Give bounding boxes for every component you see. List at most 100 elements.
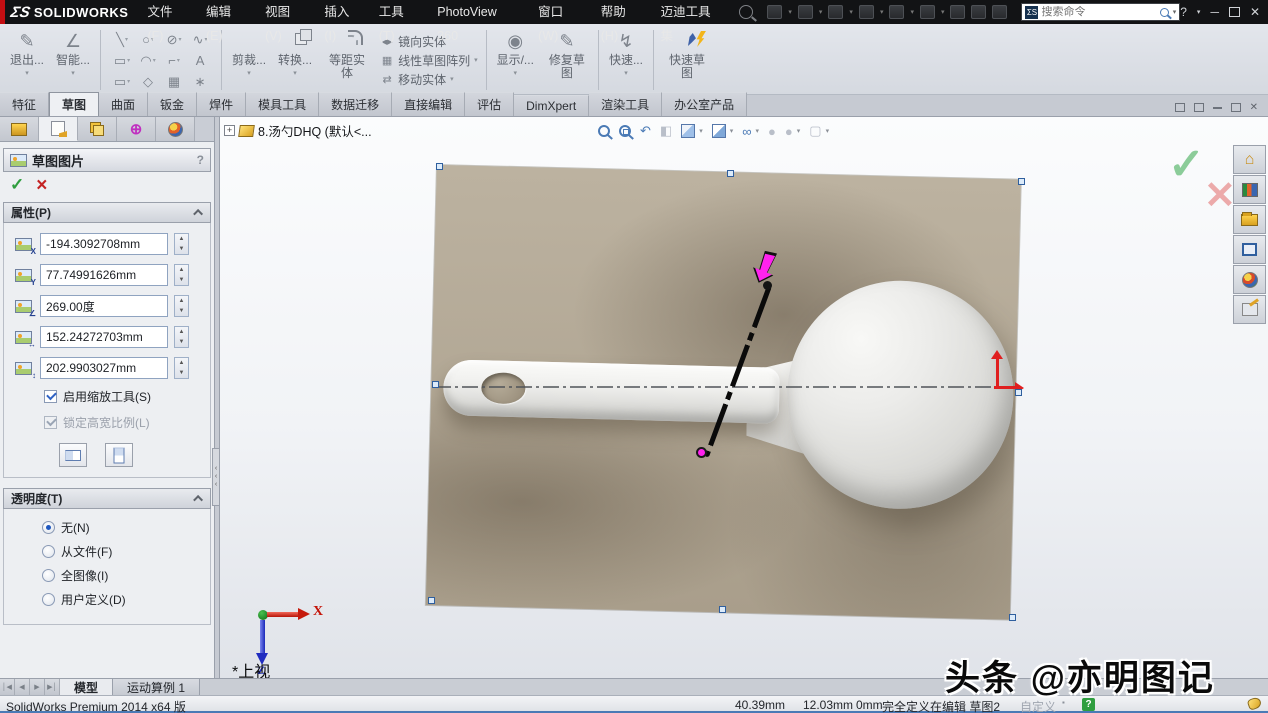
tab-dimxpert[interactable]: DimXpert bbox=[514, 95, 589, 116]
scroll-next-icon[interactable]: ▶ bbox=[30, 679, 45, 695]
fillet-tool[interactable]: ⌐▾ bbox=[161, 50, 187, 71]
menu-maidi-tools[interactable]: 迈迪工具集 bbox=[652, 0, 732, 24]
displaymanager-tab[interactable] bbox=[156, 117, 195, 141]
rebuild-icon[interactable] bbox=[950, 5, 965, 19]
tab-office-products[interactable]: 办公室产品 bbox=[662, 92, 747, 116]
close-button[interactable]: ✕ bbox=[1250, 5, 1260, 19]
text-tool[interactable]: A bbox=[187, 50, 213, 71]
view-palette-button[interactable] bbox=[1233, 235, 1266, 264]
panel-splitter[interactable] bbox=[215, 117, 220, 678]
slot-tool[interactable]: ▭▾ bbox=[109, 71, 135, 92]
options-icon[interactable] bbox=[992, 5, 1007, 19]
tab-data-migration[interactable]: 数据迁移 bbox=[319, 92, 392, 116]
design-library-button[interactable] bbox=[1233, 175, 1266, 204]
point-tool[interactable]: ∗ bbox=[187, 71, 213, 92]
help-caret[interactable]: ▾ bbox=[1197, 8, 1201, 16]
polygon-tool[interactable]: ◇ bbox=[135, 71, 161, 92]
angle-spinner[interactable]: ▲▼ bbox=[174, 295, 189, 317]
cancel-button[interactable]: × bbox=[36, 177, 47, 194]
file-properties-icon[interactable] bbox=[971, 5, 986, 19]
x-position-spinner[interactable]: ▲▼ bbox=[174, 233, 189, 255]
arc-tool[interactable]: ◠▾ bbox=[135, 50, 161, 71]
construction-centerline[interactable] bbox=[435, 386, 1015, 388]
dimxpertmanager-tab[interactable]: ⊕ bbox=[117, 117, 156, 141]
selection-handle-bottom-left[interactable] bbox=[428, 597, 435, 604]
selection-handle-top-left[interactable] bbox=[436, 163, 443, 170]
transparency-from-file-option[interactable]: 从文件(F) bbox=[42, 543, 210, 560]
selection-handle-bottom-right[interactable] bbox=[1009, 614, 1016, 621]
zoom-to-fit-icon[interactable] bbox=[598, 125, 610, 137]
line-tool[interactable]: ╲▾ bbox=[109, 29, 135, 50]
menu-help[interactable]: 帮助(H) bbox=[592, 0, 652, 24]
appearances-scenes-button[interactable] bbox=[1233, 265, 1266, 294]
resize-arrow-horizontal[interactable] bbox=[994, 386, 1016, 389]
width-spinner[interactable]: ▲▼ bbox=[174, 326, 189, 348]
doc-minimize-button[interactable] bbox=[1213, 106, 1222, 109]
tag-icon[interactable] bbox=[1247, 696, 1263, 711]
doc-restore-button[interactable] bbox=[1231, 103, 1241, 112]
scroll-last-icon[interactable]: ▶│ bbox=[45, 679, 60, 695]
scale-tool-bottom-endpoint[interactable] bbox=[696, 447, 707, 458]
panel-collapse-grip[interactable]: ‹‹‹ bbox=[212, 448, 220, 506]
resize-arrow-vertical[interactable] bbox=[996, 357, 999, 387]
transparency-full-image-option[interactable]: 全图像(I) bbox=[42, 567, 210, 584]
ellipse-tool[interactable]: ⊘▾ bbox=[161, 29, 187, 50]
previous-view-icon[interactable]: ↶ bbox=[640, 123, 651, 139]
selection-handle-left-mid[interactable] bbox=[432, 381, 439, 388]
menu-window[interactable]: 窗口(W) bbox=[529, 0, 592, 24]
hide-show-items-icon[interactable]: ∞ bbox=[742, 124, 751, 139]
undo-icon[interactable] bbox=[889, 5, 904, 19]
tree-expand-icon[interactable]: + bbox=[224, 125, 235, 136]
tab-weldments[interactable]: 焊件 bbox=[197, 92, 246, 116]
confirmation-corner-cancel[interactable]: ✕ bbox=[1204, 173, 1236, 218]
menu-photoview[interactable]: PhotoView 360 bbox=[428, 0, 529, 24]
smart-dimension-button[interactable]: ∠ 智能... ▾ bbox=[50, 27, 96, 93]
tab-evaluate[interactable]: 评估 bbox=[465, 92, 514, 116]
menu-insert[interactable]: 插入(I) bbox=[315, 0, 369, 24]
sketch-picture-tool[interactable]: ▦ bbox=[161, 71, 187, 92]
selection-handle-right-mid[interactable] bbox=[1015, 389, 1022, 396]
menu-pin-icon[interactable] bbox=[739, 5, 753, 19]
print-icon[interactable] bbox=[859, 5, 874, 19]
panel-help-icon[interactable]: ? bbox=[197, 153, 204, 167]
search-input[interactable] bbox=[1041, 6, 1155, 18]
open-icon[interactable] bbox=[798, 5, 813, 19]
restore-button[interactable] bbox=[1229, 7, 1240, 17]
display-style-icon[interactable] bbox=[712, 124, 726, 138]
motion-study-tab[interactable]: 运动算例 1 bbox=[113, 679, 200, 695]
x-position-input[interactable] bbox=[40, 233, 168, 255]
part-name[interactable]: 8.汤勺DHQ (默认<... bbox=[258, 121, 372, 140]
confirmation-corner-ok[interactable]: ✓ bbox=[1168, 139, 1205, 190]
display-relations-button[interactable]: ◉ 显示/... ▾ bbox=[491, 27, 540, 93]
selection-handle-top-right[interactable] bbox=[1018, 178, 1025, 185]
feature-tree-flyout[interactable]: + 8.汤勺DHQ (默认<... bbox=[224, 121, 372, 140]
solidworks-resources-button[interactable]: ⌂ bbox=[1233, 145, 1266, 174]
move-entities-button[interactable]: ⇄ 移动实体 ▾ bbox=[380, 71, 478, 88]
tab-render-tools[interactable]: 渲染工具 bbox=[589, 92, 662, 116]
ok-button[interactable]: ✓ bbox=[10, 175, 24, 195]
height-spinner[interactable]: ▲▼ bbox=[174, 357, 189, 379]
select-icon[interactable] bbox=[920, 5, 935, 19]
configurationmanager-tab[interactable] bbox=[78, 117, 117, 141]
tab-surfaces[interactable]: 曲面 bbox=[99, 92, 148, 116]
minimize-button[interactable]: ─ bbox=[1210, 5, 1219, 19]
transparency-user-defined-option[interactable]: 用户定义(D) bbox=[42, 591, 210, 608]
flip-horizontal-button[interactable] bbox=[59, 443, 87, 467]
sketch-picture-image[interactable] bbox=[426, 165, 1021, 620]
width-input[interactable] bbox=[40, 326, 168, 348]
rectangle-tool[interactable]: ▭▾ bbox=[109, 50, 135, 71]
view-orientation-icon[interactable] bbox=[681, 124, 695, 138]
transparency-section-header[interactable]: 透明度(T) bbox=[3, 488, 211, 509]
menu-edit[interactable]: 编辑(E) bbox=[197, 0, 256, 24]
tab-features[interactable]: 特征 bbox=[0, 92, 49, 116]
y-position-input[interactable] bbox=[40, 264, 168, 286]
transparency-none-option[interactable]: 无(N) bbox=[42, 519, 210, 536]
exit-sketch-button[interactable]: ✎ 退出... ▾ bbox=[4, 27, 50, 93]
scale-tool-top-endpoint[interactable] bbox=[763, 281, 772, 290]
search-icon[interactable] bbox=[1160, 8, 1169, 17]
doc-close-button[interactable]: ✕ bbox=[1250, 102, 1258, 113]
scroll-prev-icon[interactable]: ◀ bbox=[15, 679, 30, 695]
custom-properties-button[interactable] bbox=[1233, 295, 1266, 324]
menu-tools[interactable]: 工具(T) bbox=[370, 0, 429, 24]
y-position-spinner[interactable]: ▲▼ bbox=[174, 264, 189, 286]
